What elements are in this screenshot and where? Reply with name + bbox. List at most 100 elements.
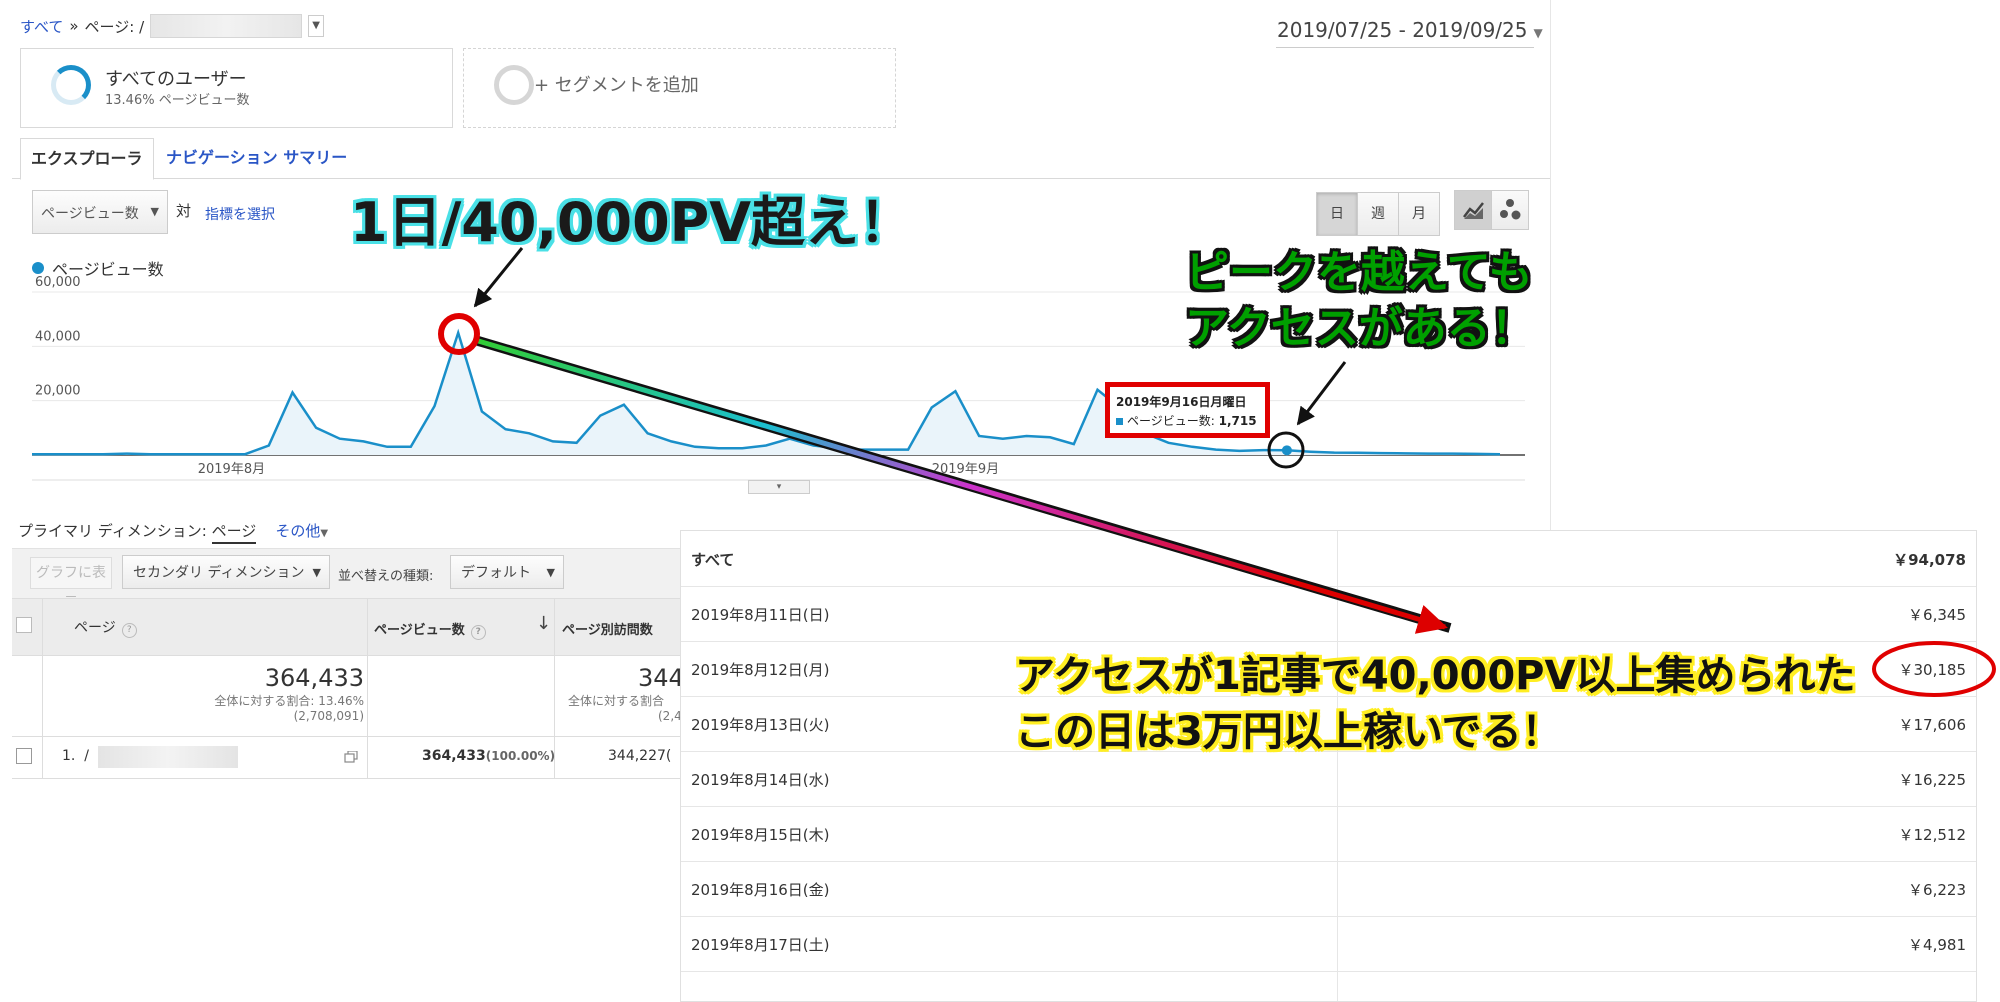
table-header: ページ? ページビュー数? ↓ ページ別訪問数 (12, 598, 682, 779)
after-peak-line-1: ピークを越えても (1185, 247, 1533, 298)
chart-hover-point (1281, 445, 1292, 456)
breadcrumb-page-label: ページ: / (84, 17, 145, 36)
total-unique-base: (2,4 (658, 709, 682, 723)
table-totals-row: 364,433 全体に対する割合: 13.46% (2,708,091) 344… (12, 654, 684, 737)
total-unique-pageviews: 344 (638, 664, 684, 692)
select-all-checkbox[interactable] (16, 617, 32, 633)
row-page-path-redacted[interactable] (98, 746, 238, 768)
tooltip-value-line: ページビュー数: 1,715 (1116, 412, 1259, 429)
revenue-callout: アクセスが1記事で40,000PV以上集められた この日は3万円以上稼いでる！ (1015, 648, 1855, 760)
plot-rows-button[interactable]: グラフに表示 (30, 557, 112, 611)
column-header-page-label: ページ (74, 620, 116, 636)
chevron-down-icon[interactable]: ▼ (308, 15, 325, 37)
revenue-date: 2019年8月13日(火) (691, 716, 830, 734)
revenue-amount: ￥12,512 (1898, 826, 1967, 844)
row-pageviews: 364,433(100.00%) (422, 748, 555, 764)
primary-dimension-page[interactable]: ページ (211, 522, 257, 544)
chevron-down-icon: ▼ (150, 205, 159, 218)
tooltip-label: ページビュー数: (1127, 414, 1215, 428)
revenue-amount: ￥6,223 (1908, 881, 1966, 899)
revenue-date: 2019年8月15日(木) (691, 826, 830, 844)
row-index-number: 1. (62, 748, 76, 764)
segment-subtitle: 13.46% ページビュー数 (105, 93, 250, 108)
add-segment-button[interactable]: + セグメントを追加 (463, 48, 896, 128)
sort-type-value: デフォルト (461, 565, 531, 581)
total-unique-pct: 全体に対する割合 (568, 694, 665, 708)
y-tick-label: 40,000 (35, 329, 81, 344)
y-tick-label: 20,000 (35, 384, 81, 399)
peak-callout: 1日/40,000PV超え！ (350, 191, 914, 254)
chevron-down-icon: ▼ (1533, 26, 1543, 40)
period-month-button[interactable]: 月 (1398, 192, 1440, 236)
revenue-date: 2019年8月16日(金) (691, 881, 830, 899)
breadcrumb-page-selector[interactable] (150, 14, 303, 38)
breadcrumb-all-link[interactable]: すべて (20, 16, 63, 37)
revenue-callout-line-2: この日は3万円以上稼いでる！ (1015, 709, 1562, 755)
motion-chart-view-button[interactable] (1491, 190, 1529, 230)
chart-collapse-toggle[interactable]: ▾ (748, 480, 810, 494)
tooltip-series-swatch (1116, 418, 1123, 425)
revenue-date: すべて (691, 551, 735, 569)
panel-divider (1550, 0, 1551, 530)
tooltip-value: 1,715 (1218, 414, 1257, 428)
pick-metric-link[interactable]: 指標を選択 (205, 204, 275, 224)
x-tick-label: 2019年9月 (932, 462, 999, 477)
revenue-amount: ￥6,345 (1908, 606, 1966, 624)
add-segment-label: + セグメントを追加 (534, 75, 699, 96)
metric-select[interactable]: ページビュー数 ▼ (32, 190, 168, 234)
bubble-chart-icon (1500, 199, 1521, 220)
period-day-button[interactable]: 日 (1316, 192, 1358, 236)
segment-ring-icon (51, 65, 91, 105)
row-unique-pageviews: 344,227( (608, 748, 672, 764)
revenue-row: 2019年8月16日(金) ￥6,223 (681, 861, 1976, 917)
revenue-row: 2019年8月15日(木) ￥12,512 (681, 806, 1976, 862)
x-tick-label: 2019年8月 (198, 462, 265, 477)
revenue-date: 2019年8月11日(日) (691, 606, 830, 624)
column-header-unique-pageviews[interactable]: ページ別訪問数 (562, 619, 653, 638)
sort-type-select[interactable]: デフォルト ▼ (450, 555, 564, 589)
table-row[interactable]: 1. / 364,433(100.00%) 344,227( (12, 736, 682, 779)
row-pageviews-pct: (100.00%) (485, 749, 556, 763)
revenue-row: 2019年8月17日(土) ￥4,981 (681, 916, 1976, 972)
metric-select-value: ページビュー数 (41, 206, 139, 222)
period-week-button[interactable]: 週 (1357, 192, 1399, 236)
y-tick-label: 60,000 (35, 275, 81, 290)
revenue-row: 2019年8月11日(日) ￥6,345 (681, 586, 1976, 642)
chart-view-toggle (1454, 190, 1529, 230)
breadcrumb-separator: » (69, 17, 79, 35)
secondary-dimension-select[interactable]: セカンダリ ディメンション ▼ (122, 555, 330, 589)
row-index: 1. / (62, 748, 89, 764)
chevron-down-icon: ▼ (312, 566, 321, 579)
revenue-amount: ￥30,185 (1898, 661, 1967, 679)
row-checkbox[interactable] (16, 748, 32, 764)
breadcrumb: すべて » ページ: / ▼ (20, 14, 325, 38)
total-pageviews-base: (2,708,091) (293, 709, 364, 723)
column-header-page[interactable]: ページ? (74, 617, 137, 638)
period-toggle: 日 週 月 (1316, 192, 1440, 236)
secondary-dimension-label: セカンダリ ディメンション (133, 565, 305, 581)
sort-descending-icon[interactable]: ↓ (536, 613, 551, 634)
after-peak-line-2: アクセスがある！ (1185, 303, 1535, 354)
date-range-picker[interactable]: 2019/07/25 - 2019/09/25 ▼ (1277, 18, 1543, 42)
help-icon[interactable]: ? (470, 625, 486, 640)
vs-label: 対 (176, 202, 192, 220)
sort-type-label: 並べ替えの種類: (338, 569, 434, 584)
help-icon[interactable]: ? (121, 623, 137, 638)
primary-dimension-bar: プライマリ ディメンション: ページ その他▼ (18, 520, 329, 544)
chevron-down-icon: ▼ (320, 528, 329, 539)
row-pageviews-value: 364,433 (422, 748, 486, 764)
line-chart-icon (1463, 202, 1484, 219)
segment-all-users[interactable]: すべてのユーザー 13.46% ページビュー数 (20, 48, 453, 128)
row-path-prefix: / (84, 748, 89, 764)
open-link-icon[interactable] (344, 748, 358, 763)
line-chart-view-button[interactable] (1454, 190, 1492, 230)
tab-navigation-summary[interactable]: ナビゲーション サマリー (156, 138, 357, 178)
revenue-amount: ￥4,981 (1908, 936, 1966, 954)
date-range-text: 2019/07/25 - 2019/09/25 (1277, 18, 1528, 42)
chevron-down-icon: ▼ (546, 566, 555, 579)
primary-dimension-label: プライマリ ディメンション: (18, 522, 207, 540)
primary-dimension-other[interactable]: その他 (275, 522, 320, 540)
tab-explorer[interactable]: エクスプローラ (20, 138, 154, 180)
column-header-pageviews[interactable]: ページビュー数? (374, 619, 486, 640)
revenue-amount: ￥94,078 (1893, 551, 1966, 569)
